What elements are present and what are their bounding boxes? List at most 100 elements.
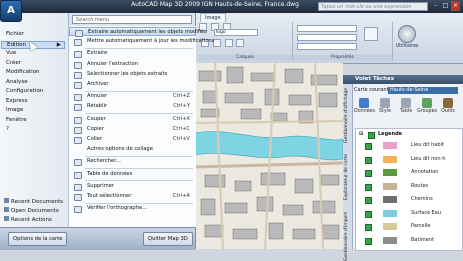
menu-item-fichier[interactable]: Fichier bbox=[6, 31, 24, 37]
layer-name: Lieu dit habit bbox=[411, 142, 444, 148]
open-documents-item[interactable]: Open Documents bbox=[4, 207, 59, 214]
color-dropdown[interactable] bbox=[297, 25, 357, 32]
menu-item-modification[interactable]: Modification bbox=[6, 69, 40, 75]
data-button[interactable]: Données bbox=[354, 96, 375, 114]
layer-visibility-checkbox[interactable] bbox=[365, 197, 372, 204]
submenu-item[interactable]: Coller Ctrl+V bbox=[69, 135, 196, 144]
layer-prev-icon[interactable] bbox=[236, 39, 245, 47]
linetype-dropdown[interactable] bbox=[297, 34, 357, 41]
layer-name: Parcelle bbox=[411, 223, 431, 229]
layer-visibility-checkbox[interactable] bbox=[365, 210, 372, 218]
recent-actions-item[interactable]: Recent Actions bbox=[4, 216, 52, 223]
app-logo[interactable]: A bbox=[0, 0, 22, 22]
legend-title: Legende bbox=[378, 131, 403, 137]
groups-icon bbox=[422, 98, 432, 108]
submenu-item[interactable]: Sélectionner les objets extraits bbox=[69, 70, 196, 79]
utilities-icon[interactable] bbox=[398, 25, 416, 43]
layer-visibility-checkbox[interactable] bbox=[365, 183, 372, 191]
layer-name: Routes bbox=[411, 182, 429, 189]
layer-dropdown[interactable]: logo bbox=[214, 29, 258, 36]
auto-update-icon bbox=[74, 39, 82, 47]
submenu-item[interactable]: Annuler Ctrl+Z bbox=[69, 92, 196, 102]
menu-item-configuration[interactable]: Configuration bbox=[6, 88, 43, 94]
map-canvas[interactable] bbox=[195, 63, 343, 249]
layer-visibility-checkbox[interactable] bbox=[365, 237, 372, 245]
menu-item-analyse[interactable]: Analyse bbox=[6, 79, 28, 85]
legend-row[interactable]: Routes bbox=[356, 181, 462, 192]
legend-row[interactable]: Lieu dit habit bbox=[356, 140, 462, 151]
submenu-item[interactable]: Tout sélectionner Ctrl+A bbox=[69, 192, 196, 201]
menu-item-fenêtre[interactable]: Fenêtre bbox=[6, 117, 27, 123]
submenu-item-label: Vérifier l'orthographe... bbox=[87, 205, 148, 212]
submenu-item[interactable]: Copier Ctrl+C bbox=[69, 125, 196, 134]
delete-icon bbox=[74, 183, 82, 191]
groups-button[interactable]: Groupes bbox=[417, 96, 437, 114]
open-documents-icon bbox=[4, 207, 9, 212]
submenu-item[interactable]: Rétablir Ctrl+Y bbox=[69, 102, 196, 112]
legend-row[interactable]: Lieu dit non-h bbox=[356, 154, 462, 165]
match-properties-icon[interactable] bbox=[364, 27, 378, 41]
layer-visibility-checkbox[interactable] bbox=[365, 170, 372, 177]
utilities-label[interactable]: Utilitaires bbox=[393, 44, 421, 49]
help-search-input[interactable]: Tapez un mot-clé ou une expression bbox=[318, 2, 428, 11]
layer-style-swatch bbox=[383, 209, 397, 217]
map-options-button[interactable]: Options de la carte bbox=[8, 232, 68, 246]
layer-name: Surface Eau bbox=[411, 209, 442, 216]
tab-import-manager[interactable]: Gestionnaire d'import bbox=[344, 212, 349, 261]
maximize-icon[interactable]: □ bbox=[441, 1, 450, 11]
tab-display-manager[interactable]: Gestionnaire d'affichage bbox=[344, 88, 349, 143]
submenu-item[interactable]: Couper Ctrl+X bbox=[69, 115, 196, 124]
layer-visibility-checkbox[interactable] bbox=[365, 156, 372, 164]
layer-iso-icon[interactable] bbox=[224, 39, 233, 47]
table-button[interactable]: Table bbox=[396, 96, 416, 114]
tab-map-explorer[interactable]: Explorateur de carte bbox=[344, 154, 349, 200]
submenu-item[interactable]: Vérifier l'orthographe... bbox=[69, 204, 196, 214]
submenu-item-label: Sélectionner les objets extraits bbox=[87, 70, 168, 77]
submenu-item[interactable]: Extraire bbox=[69, 49, 196, 59]
task-pane-toolbar: Données Style Table Groupes Outils bbox=[352, 96, 463, 122]
submenu-item[interactable]: Table de données bbox=[69, 170, 196, 179]
quit-button[interactable]: Quitter Map 3D bbox=[143, 232, 193, 246]
style-button[interactable]: Style bbox=[375, 96, 395, 114]
menu-item-image[interactable]: Image bbox=[6, 107, 23, 113]
menu-item-express[interactable]: Express bbox=[6, 98, 27, 104]
legend-checkbox[interactable] bbox=[368, 132, 375, 139]
menu-item-help[interactable]: ? bbox=[6, 126, 9, 132]
shortcut-label: Ctrl+V bbox=[172, 136, 190, 142]
layer-style-swatch bbox=[383, 236, 397, 244]
submenu-item[interactable]: Mettre automatiquement à jour les modifi… bbox=[69, 37, 214, 47]
submenu-item-label: Couper bbox=[87, 115, 106, 122]
recent-documents-item[interactable]: Recent Documents bbox=[4, 198, 63, 205]
lineweight-dropdown[interactable] bbox=[297, 43, 357, 50]
legend-row[interactable]: Annotation bbox=[356, 167, 462, 178]
legend-row[interactable]: Surface Eau bbox=[356, 208, 462, 219]
select-all-icon bbox=[74, 194, 82, 201]
submenu-item[interactable]: Annuler l'extraction bbox=[69, 60, 196, 69]
style-label: Style bbox=[378, 109, 392, 114]
submenu-item[interactable]: Extraire automatiquement les objets modi… bbox=[69, 27, 207, 37]
layer-style-swatch bbox=[383, 169, 397, 176]
collapse-icon[interactable]: ⊟ bbox=[359, 129, 363, 140]
legend-row[interactable]: Parcelle bbox=[356, 221, 462, 232]
layer-visibility-checkbox[interactable] bbox=[365, 224, 372, 231]
table-icon bbox=[401, 98, 411, 108]
tab-image[interactable]: Image bbox=[200, 13, 226, 22]
menu-item-vue[interactable]: Vue bbox=[6, 50, 16, 56]
layer-visibility-checkbox[interactable] bbox=[365, 143, 372, 150]
submenu-item-label: Extraire automatiquement les objets modi… bbox=[88, 29, 207, 35]
cut-icon bbox=[74, 116, 82, 124]
close-icon[interactable]: × bbox=[451, 1, 460, 11]
tools-button[interactable]: Outils bbox=[438, 96, 458, 114]
menu-item-créer[interactable]: Créer bbox=[6, 60, 21, 66]
legend-row[interactable]: Chemins bbox=[356, 194, 462, 205]
submenu-item[interactable]: Rechercher... bbox=[69, 157, 196, 167]
menu-item-label: Fenêtre bbox=[6, 116, 27, 123]
minimize-icon[interactable]: – bbox=[431, 1, 440, 11]
current-map-dropdown[interactable]: Hauts-de-Seine bbox=[388, 87, 458, 94]
legend-row[interactable]: Batiment bbox=[356, 235, 462, 246]
menu-search-input[interactable]: Search menu bbox=[72, 15, 192, 24]
submenu-item[interactable]: Autres options de collage bbox=[69, 145, 196, 154]
redo-icon bbox=[74, 104, 82, 112]
submenu-item[interactable]: Supprimer bbox=[69, 182, 196, 191]
submenu-item[interactable]: Archiver bbox=[69, 80, 196, 89]
